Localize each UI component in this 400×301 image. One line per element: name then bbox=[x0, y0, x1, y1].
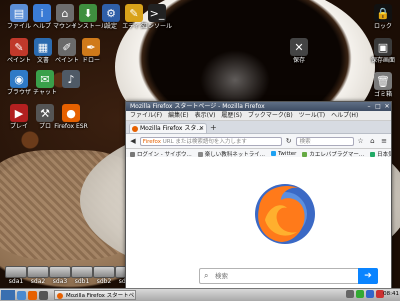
quicklaunch-files-icon[interactable] bbox=[17, 290, 26, 300]
taskbar-firefox-task[interactable]: Mozilla Firefox スタートペ bbox=[54, 290, 136, 300]
menu-edit[interactable]: 編集(E) bbox=[168, 111, 188, 120]
search-bar[interactable]: 検索 bbox=[295, 136, 354, 146]
maximize-icon[interactable]: □ bbox=[374, 103, 382, 110]
window-titlebar[interactable]: Mozilla Firefox スタートページ - Mozilla Firefo… bbox=[126, 102, 391, 111]
shortcut-label: 保存 bbox=[292, 57, 305, 64]
close-icon[interactable]: ✕ bbox=[383, 103, 391, 110]
tab-close-icon[interactable]: ✕ bbox=[199, 124, 204, 133]
start-page-search[interactable]: ⌕ 検索 ➔ bbox=[199, 268, 378, 284]
draw-icon: ✒ bbox=[82, 38, 100, 56]
task-firefox-icon bbox=[57, 293, 63, 299]
menu-bookmarks[interactable]: ブックマーク(B) bbox=[248, 111, 293, 120]
start-menu-button[interactable] bbox=[1, 290, 15, 300]
search-bar-placeholder: 検索 bbox=[299, 138, 311, 145]
start-search-placeholder: 検索 bbox=[215, 272, 228, 280]
url-placeholder: URL または検索語句を入力します bbox=[162, 138, 247, 145]
search-go-button[interactable]: ➔ bbox=[358, 268, 378, 284]
console-shortcut[interactable]: >_ コンソール bbox=[140, 4, 174, 30]
task-label: Mozilla Firefox スタートペ bbox=[66, 293, 135, 299]
console-icon: >_ bbox=[148, 4, 166, 22]
back-icon[interactable]: ◀ bbox=[128, 136, 138, 146]
window-title: Mozilla Firefox スタートページ - Mozilla Firefo… bbox=[130, 103, 265, 110]
play-icon: ▶ bbox=[10, 104, 28, 122]
tray-network-icon[interactable] bbox=[346, 290, 354, 298]
menu-file[interactable]: ファイル(F) bbox=[130, 111, 162, 120]
firefox-logo bbox=[255, 184, 315, 244]
trash-shortcut[interactable]: 🗑 ゴミ箱 bbox=[366, 72, 400, 98]
system-tray bbox=[346, 290, 384, 298]
pro-icon: ⚒ bbox=[36, 104, 54, 122]
media-icon: ♪ bbox=[62, 70, 80, 88]
save-shortcut[interactable]: ✕ 保存 bbox=[282, 38, 316, 64]
menu-tools[interactable]: ツール(T) bbox=[299, 111, 325, 120]
quicklaunch-terminal-icon[interactable] bbox=[39, 290, 48, 300]
saved-screen-shortcut[interactable]: ▣ 保存画面 bbox=[366, 38, 400, 64]
shortcut-label: ゴミ箱 bbox=[373, 91, 392, 98]
chat-icon: ✉ bbox=[36, 70, 54, 88]
menu-help[interactable]: ヘルプ(H) bbox=[331, 111, 358, 120]
lock-shortcut[interactable]: 🔒 ロック bbox=[366, 4, 400, 30]
save-icon: ✕ bbox=[290, 38, 308, 56]
start-page: ⌕ 検索 ➔ bbox=[126, 157, 391, 289]
shortcut-label: 保存画面 bbox=[370, 57, 395, 64]
navigation-toolbar: ◀ Firefox URL または検索語句を入力します ↻ 検索 ☆ ⌂ ≡ bbox=[126, 134, 391, 149]
new-tab-icon[interactable]: + bbox=[210, 123, 217, 132]
tab-label: Mozilla Firefox スタ... bbox=[140, 125, 203, 132]
media-shortcut[interactable]: ♪ bbox=[54, 70, 88, 89]
url-brand: Firefox bbox=[142, 138, 161, 145]
shortcut-label: ドロー bbox=[81, 57, 100, 64]
firefox-esr-shortcut[interactable]: ● Firefox ESR bbox=[54, 104, 88, 130]
quicklaunch-firefox-icon[interactable] bbox=[28, 290, 37, 300]
tray-volume-icon[interactable] bbox=[366, 290, 374, 298]
bookmark-favicon-icon bbox=[270, 151, 276, 156]
tab-firefox-start[interactable]: Mozilla Firefox スタ... ✕ bbox=[129, 123, 207, 133]
url-bar[interactable]: Firefox URL または検索語句を入力します bbox=[139, 136, 282, 146]
bookmark-star-icon[interactable]: ☆ bbox=[356, 136, 366, 146]
menu-history[interactable]: 履歴(S) bbox=[221, 111, 242, 120]
menu-bar: ファイル(F) 編集(E) 表示(V) 履歴(S) ブックマーク(B) ツール(… bbox=[126, 111, 391, 121]
trash-icon: 🗑 bbox=[374, 72, 392, 90]
browser-icon: ◉ bbox=[10, 70, 28, 88]
firefox-window[interactable]: Mozilla Firefox スタートページ - Mozilla Firefo… bbox=[125, 101, 392, 290]
tab-bar: Mozilla Firefox スタ... ✕ + bbox=[126, 121, 391, 134]
home-icon[interactable]: ⌂ bbox=[367, 136, 377, 146]
shortcut-label: チャット bbox=[33, 89, 57, 96]
search-icon: ⌕ bbox=[204, 271, 209, 280]
tray-battery-icon[interactable] bbox=[356, 290, 364, 298]
taskbar: Mozilla Firefox スタートペ 08:41 bbox=[0, 288, 400, 301]
menu-hamburger-icon[interactable]: ≡ bbox=[379, 136, 389, 146]
saved-screen-icon: ▣ bbox=[374, 38, 392, 56]
lock-icon: 🔒 bbox=[374, 4, 392, 22]
reload-icon[interactable]: ↻ bbox=[284, 136, 294, 146]
shortcut-label: コンソール bbox=[141, 23, 172, 30]
menu-view[interactable]: 表示(V) bbox=[195, 111, 216, 120]
draw-shortcut[interactable]: ✒ ドロー bbox=[74, 38, 108, 64]
shortcut-label: Firefox ESR bbox=[54, 123, 88, 130]
clock: 08:41 bbox=[383, 291, 399, 297]
shortcut-label: ロック bbox=[373, 23, 392, 30]
firefox-favicon-icon bbox=[132, 126, 138, 132]
minimize-icon[interactable]: – bbox=[365, 103, 373, 110]
firefox-esr-icon: ● bbox=[62, 104, 80, 122]
